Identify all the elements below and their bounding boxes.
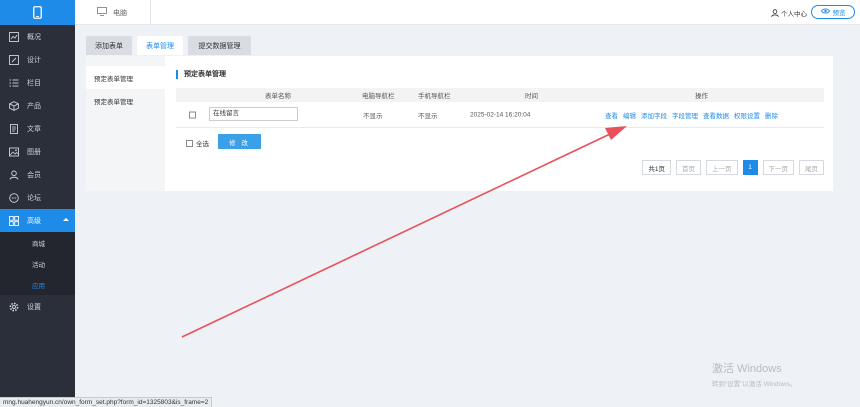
select-all-label: 全选: [196, 141, 209, 148]
phone-icon: [33, 6, 42, 19]
cube-icon: [9, 100, 19, 111]
sidebar-item-members[interactable]: 会员: [0, 163, 75, 186]
form-table: 表单名称 电脑导航栏 手机导航栏 时间 操作 在线留言 不显示 不显示 2025…: [176, 88, 824, 128]
list-icon: [9, 78, 19, 88]
left-menu-item-preset-form-2[interactable]: 预定表单管理: [86, 89, 165, 112]
watermark-title: 激活 Windows: [712, 363, 782, 375]
cell-mobile-nav: 不显示: [418, 112, 438, 120]
sidebar-item-label: 设置: [27, 303, 41, 311]
left-menu-item-preset-form[interactable]: 预定表单管理: [86, 66, 165, 89]
divider: [150, 0, 151, 25]
sidebar-subitem-mall[interactable]: 商城: [0, 232, 75, 253]
sidebar-item-label: 图册: [27, 148, 41, 156]
cell-time: 2025-02-14 16:20:04: [470, 111, 531, 118]
sidebar-item-articles[interactable]: 文章: [0, 117, 75, 140]
header-mobile-nav: 手机导航栏: [418, 93, 451, 100]
action-view[interactable]: 查看: [605, 110, 618, 120]
header-time: 时间: [525, 93, 538, 100]
device-logo[interactable]: [0, 0, 75, 25]
browser-status-bar: mng.huahengyun.cn/own_form_set.php?form_…: [0, 397, 213, 407]
tab-add-form[interactable]: 添加表单: [86, 36, 132, 55]
sidebar-subitem-activity[interactable]: 活动: [0, 253, 75, 274]
section-title: 预定表单管理: [176, 70, 226, 79]
action-permission-settings[interactable]: 权限设置: [734, 110, 760, 120]
form-name-input[interactable]: 在线留言: [209, 107, 298, 121]
page-current[interactable]: 1: [742, 160, 758, 175]
table-header: 表单名称 电脑导航栏 手机导航栏 时间 操作: [176, 88, 824, 102]
select-all-checkbox[interactable]: 全选: [186, 138, 209, 148]
grid-icon: [9, 215, 19, 226]
sidebar-item-gallery[interactable]: 图册: [0, 140, 75, 163]
monitor-icon: [97, 7, 107, 18]
chevron-up-icon: [63, 218, 69, 221]
page-total: 共1页: [642, 160, 671, 175]
checkbox-box: [186, 139, 193, 147]
document-icon: [9, 123, 19, 134]
sidebar-item-label: 论坛: [27, 194, 41, 202]
page-prev-button[interactable]: 上一页: [706, 160, 738, 175]
action-delete[interactable]: 删除: [765, 110, 778, 120]
preview-label: 预览: [832, 10, 846, 17]
sidebar-item-label: 设计: [27, 56, 41, 64]
action-field-management[interactable]: 字段管理: [672, 110, 698, 120]
page-next-button[interactable]: 下一页: [762, 160, 794, 175]
user-center-link[interactable]: 个人中心: [771, 8, 807, 18]
forum-icon: [9, 192, 19, 203]
sidebar-subitem-apps[interactable]: 应用: [0, 274, 75, 295]
sidebar-item-settings[interactable]: 设置: [0, 295, 75, 318]
sidebar-item-advanced[interactable]: 高级: [0, 209, 75, 232]
tab-form-management[interactable]: 表单管理: [137, 36, 183, 55]
windows-activation-watermark: 激活 Windows 转到“设置”以激活 Windows。: [712, 360, 797, 388]
top-bar: 电脑 个人中心 预览: [75, 0, 860, 25]
page-first-button[interactable]: 首页: [676, 160, 701, 175]
table-row: 在线留言 不显示 不显示 2025-02-14 16:20:04 查看 编辑 添…: [176, 102, 824, 128]
header-form-name: 表单名称: [265, 93, 291, 100]
image-icon: [9, 147, 19, 157]
row-actions: 查看 编辑 添加字段 字段管理 查看数据 权限设置 删除: [605, 110, 778, 120]
page-last-button[interactable]: 尾页: [799, 160, 824, 175]
sidebar-item-overview[interactable]: 概况: [0, 25, 75, 48]
content-panel: 预定表单管理 预定表单管理 预定表单管理 表单名称 电脑导航栏 手机导航栏 时间…: [86, 56, 833, 191]
sidebar-item-columns[interactable]: 栏目: [0, 71, 75, 94]
palette-icon: [9, 54, 19, 65]
sidebar-item-label: 高级: [27, 217, 41, 225]
preview-button[interactable]: 预览: [811, 5, 855, 19]
device-label: 电脑: [113, 9, 127, 17]
sidebar: 概况 设计 栏目 产品 文章 图册 会员 论坛 高级 商城 活动 应用 设置: [0, 0, 75, 407]
user-icon: [771, 9, 779, 17]
action-view-data[interactable]: 查看数据: [703, 110, 729, 120]
sidebar-item-label: 文章: [27, 125, 41, 133]
pagination: 共1页 首页 上一页 1 下一页 尾页: [642, 160, 824, 175]
left-menu: 预定表单管理 预定表单管理: [86, 56, 165, 191]
watermark-subtitle: 转到“设置”以激活 Windows。: [712, 381, 797, 388]
sidebar-item-forum[interactable]: 论坛: [0, 186, 75, 209]
sidebar-item-products[interactable]: 产品: [0, 94, 75, 117]
sidebar-item-label: 会员: [27, 171, 41, 179]
device-switch-pc[interactable]: 电脑: [97, 7, 127, 18]
sidebar-item-design[interactable]: 设计: [0, 48, 75, 71]
cell-pc-nav: 不显示: [363, 112, 383, 120]
sidebar-item-label: 栏目: [27, 79, 41, 87]
header-actions: 操作: [695, 93, 708, 100]
user-center-label: 个人中心: [781, 11, 807, 18]
header-pc-nav: 电脑导航栏: [362, 93, 395, 100]
eye-icon: [820, 8, 830, 16]
sidebar-item-label: 产品: [27, 102, 41, 110]
sidebar-item-label: 概况: [27, 33, 41, 41]
dashboard-icon: [9, 31, 19, 42]
modify-button[interactable]: 修 改: [218, 134, 261, 149]
action-add-field[interactable]: 添加字段: [641, 110, 667, 120]
tab-submitted-data[interactable]: 提交数据管理: [188, 36, 251, 55]
action-edit[interactable]: 编辑: [623, 110, 636, 120]
user-icon: [9, 170, 19, 180]
gear-icon: [9, 302, 19, 312]
